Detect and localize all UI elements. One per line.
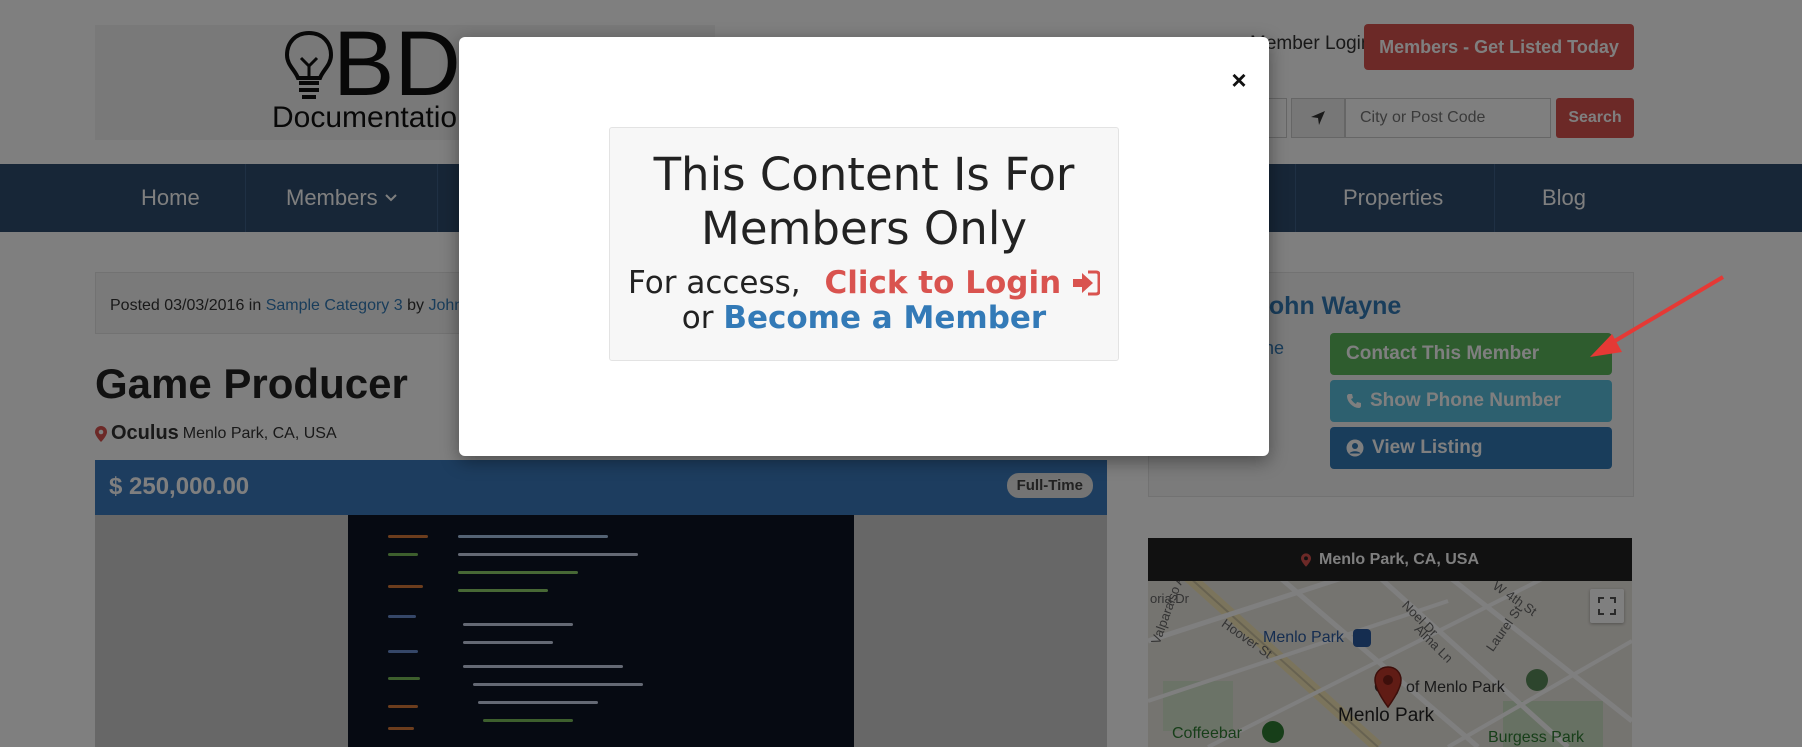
or-label: or: [681, 300, 714, 336]
close-button[interactable]: ×: [1224, 65, 1254, 95]
members-only-modal: × This Content Is For Members Only For a…: [459, 37, 1269, 456]
access-prefix: For access,: [628, 265, 801, 301]
login-link[interactable]: Click to Login: [824, 265, 1101, 301]
close-icon: ×: [1231, 64, 1247, 95]
members-only-box: This Content Is For Members Only For acc…: [609, 127, 1119, 361]
members-only-title: This Content Is For Members Only: [653, 148, 1075, 255]
login-link-label: Click to Login: [824, 265, 1062, 301]
access-line: For access, Click to Login: [610, 266, 1118, 301]
become-member-line: or Become a Member: [610, 301, 1118, 336]
become-member-link[interactable]: Become a Member: [723, 300, 1046, 336]
sign-in-icon: [1072, 270, 1101, 296]
